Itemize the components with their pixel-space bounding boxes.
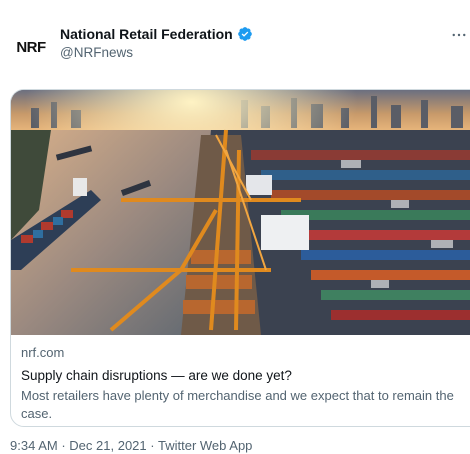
author-names[interactable]: National Retail Federation @NRFnews — [60, 26, 253, 60]
tweet-meta: 9:34 AM · Dec 21, 2021 · Twitter Web App — [10, 438, 252, 453]
card-description: Most retailers have plenty of merchandis… — [21, 388, 454, 421]
avatar[interactable]: NRF — [10, 26, 52, 68]
card-image-port-containers[interactable] — [11, 90, 470, 335]
meta-separator: · — [150, 438, 155, 453]
more-icon[interactable] — [450, 26, 468, 49]
meta-separator: · — [61, 438, 66, 453]
tweet-source[interactable]: Twitter Web App — [158, 438, 252, 453]
more-dots-icon — [452, 33, 466, 37]
tweet-header: NRF National Retail Federation @NRFnews — [10, 22, 470, 66]
avatar-logo-text: NRF — [16, 38, 46, 56]
card-text: nrf.com Supply chain disruptions — are w… — [21, 345, 461, 423]
verified-badge-icon — [237, 27, 252, 41]
handle[interactable]: @NRFnews — [60, 45, 253, 60]
card-title[interactable]: Supply chain disruptions — are we done y… — [21, 368, 461, 383]
card-domain: nrf.com — [21, 345, 65, 360]
tweet-time[interactable]: 9:34 AM — [10, 438, 58, 453]
display-name[interactable]: National Retail Federation — [60, 26, 233, 42]
tweet-date[interactable]: Dec 21, 2021 — [69, 438, 146, 453]
display-name-row: National Retail Federation — [60, 26, 253, 42]
link-card[interactable]: nrf.com Supply chain disruptions — are w… — [10, 89, 470, 427]
tweet: NRF National Retail Federation @NRFnews — [0, 0, 470, 454]
